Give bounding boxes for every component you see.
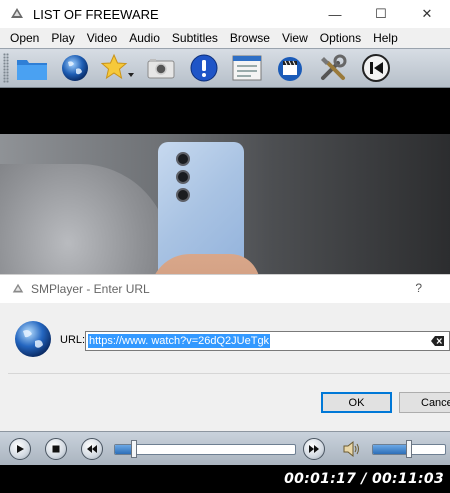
smplayer-window: LIST OF FREEWARE — ☐ ✕ Open Play Video A…	[0, 0, 450, 493]
menu-view[interactable]: View	[276, 31, 314, 45]
close-button[interactable]: ✕	[404, 0, 450, 28]
camera-lens	[176, 152, 190, 166]
info-icon	[190, 54, 218, 82]
favorites-button[interactable]	[101, 51, 135, 85]
star-icon	[101, 53, 134, 80]
camera-lens	[176, 188, 190, 202]
menu-help[interactable]: Help	[367, 31, 404, 45]
forward-button[interactable]	[303, 438, 325, 460]
previous-icon	[362, 54, 390, 82]
rewind-button[interactable]	[81, 437, 103, 460]
seek-handle[interactable]	[131, 440, 138, 458]
window-title: LIST OF FREEWARE	[33, 6, 159, 22]
menu-play[interactable]: Play	[45, 31, 80, 45]
info-button[interactable]	[187, 51, 221, 85]
volume-handle[interactable]	[406, 440, 412, 458]
dialog-separator	[8, 373, 450, 374]
menu-audio[interactable]: Audio	[123, 31, 166, 45]
stop-button[interactable]	[45, 437, 67, 460]
open-folder-button[interactable]	[15, 51, 49, 85]
maximize-button[interactable]: ☐	[358, 0, 404, 28]
previous-button[interactable]	[359, 51, 393, 85]
app-logo-icon	[12, 283, 24, 293]
screenshot-button[interactable]	[144, 51, 178, 85]
ok-button[interactable]: OK	[321, 392, 392, 413]
open-folder-icon	[17, 60, 47, 80]
fast-forward-icon	[309, 445, 319, 453]
cancel-button[interactable]: Cancel	[399, 392, 450, 413]
minimize-button[interactable]: —	[312, 0, 358, 28]
volume-level	[373, 445, 409, 454]
url-input-value: https://www. watch?v=26dQ2JUeTgk	[88, 334, 271, 348]
volume-icon[interactable]	[342, 440, 362, 458]
time-display: 00:01:17 / 00:11:03	[284, 471, 444, 487]
menu-subtitles[interactable]: Subtitles	[166, 31, 224, 45]
globe-icon	[15, 321, 51, 357]
menu-browse[interactable]: Browse	[224, 31, 276, 45]
url-label: URL:	[60, 334, 86, 346]
menu-open[interactable]: Open	[4, 31, 45, 45]
camera-lens	[176, 170, 190, 184]
camera-icon	[147, 59, 175, 79]
clear-input-icon[interactable]	[431, 335, 445, 347]
title-bar: LIST OF FREEWARE — ☐ ✕	[0, 0, 450, 28]
time-bar: 00:01:17 / 00:11:03	[0, 465, 450, 493]
preferences-button[interactable]	[316, 51, 350, 85]
enter-url-dialog: SMPlayer - Enter URL ? URL: https://www.…	[0, 274, 450, 431]
globe-icon	[62, 55, 88, 81]
main-toolbar	[0, 48, 450, 88]
playlist-button[interactable]	[230, 51, 264, 85]
stop-icon	[52, 445, 60, 452]
menu-options[interactable]: Options	[314, 31, 367, 45]
dialog-title: SMPlayer - Enter URL	[31, 282, 150, 296]
tools-icon	[321, 54, 347, 80]
playlist-icon	[232, 55, 262, 81]
window-controls: — ☐ ✕	[312, 0, 450, 28]
url-input[interactable]: https://www. watch?v=26dQ2JUeTgk	[85, 331, 450, 351]
video-options-button[interactable]	[273, 51, 307, 85]
playback-controls	[0, 431, 450, 465]
toolbar-grip[interactable]	[3, 53, 9, 83]
rewind-icon	[87, 444, 97, 453]
app-logo-icon	[11, 8, 23, 18]
help-button[interactable]: ?	[415, 281, 422, 295]
seek-bar[interactable]	[114, 444, 296, 455]
menu-bar: Open Play Video Audio Subtitles Browse V…	[0, 28, 450, 48]
clapperboard-icon	[278, 57, 302, 81]
play-icon	[17, 444, 24, 453]
open-url-button[interactable]	[58, 51, 92, 85]
menu-video[interactable]: Video	[81, 31, 123, 45]
play-button[interactable]	[9, 437, 31, 460]
dialog-title-bar: SMPlayer - Enter URL ?	[0, 275, 450, 303]
